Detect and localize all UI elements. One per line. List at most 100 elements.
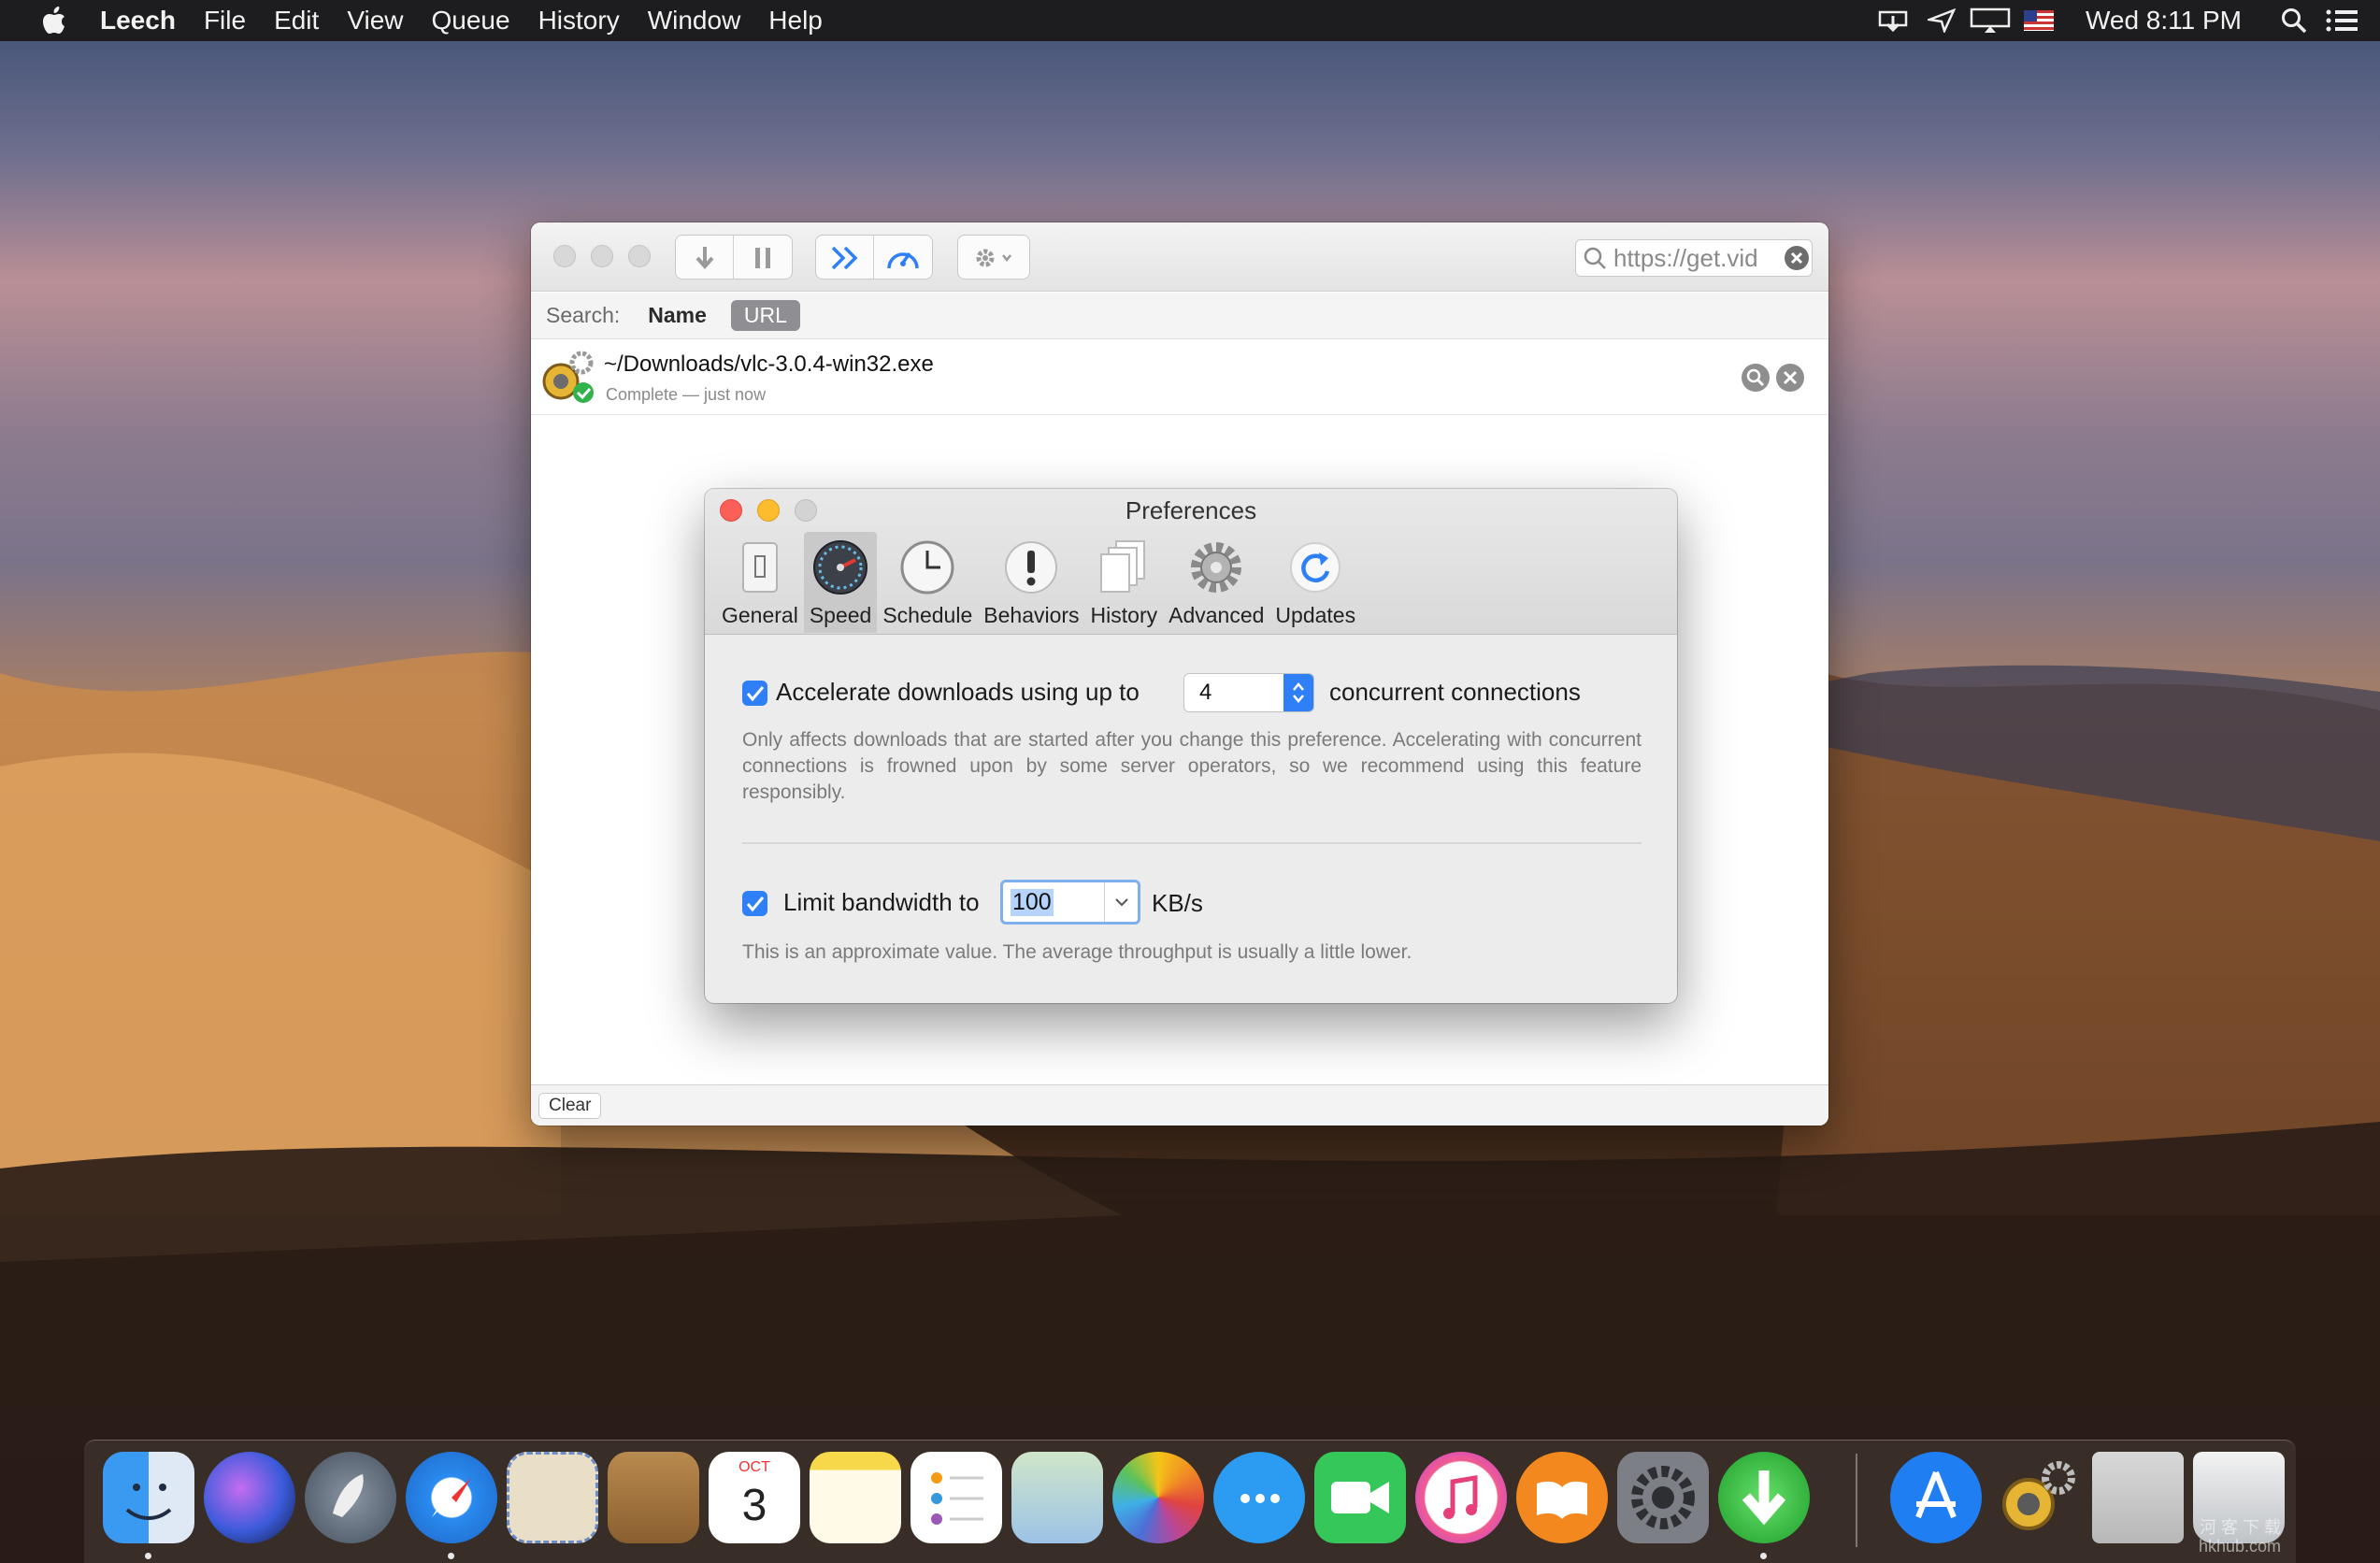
tab-advanced[interactable]: Advanced — [1163, 532, 1269, 633]
reminders-icon[interactable] — [910, 1452, 1002, 1543]
window-close-button[interactable] — [553, 245, 576, 267]
preferences-title: Preferences — [1125, 496, 1257, 524]
notes-icon[interactable] — [810, 1452, 901, 1543]
tab-history[interactable]: History — [1085, 532, 1164, 633]
leech-file-icon — [542, 351, 594, 403]
tab-updates[interactable]: Updates — [1269, 532, 1361, 633]
pause-button[interactable] — [734, 236, 792, 279]
menu-queue[interactable]: Queue — [418, 0, 524, 41]
clear-url-icon — [1785, 246, 1809, 270]
tab-schedule-label: Schedule — [882, 603, 973, 627]
documents-icon — [1100, 540, 1146, 593]
mail-stamp-icon[interactable] — [507, 1452, 598, 1543]
bandwidth-description: This is an approximate value. The averag… — [742, 941, 1412, 963]
url-input[interactable]: https://get.vid — [1575, 239, 1813, 277]
connections-value: 4 — [1199, 680, 1212, 705]
maps-icon[interactable] — [1011, 1452, 1103, 1543]
tab-schedule[interactable]: Schedule — [877, 532, 978, 633]
finder-running-dot — [145, 1553, 151, 1559]
remove-download-icon[interactable] — [1775, 363, 1805, 393]
photos-icon[interactable] — [1112, 1452, 1204, 1543]
airplay-display-icon[interactable] — [1966, 0, 2014, 41]
leech-status-icon[interactable] — [1869, 0, 1917, 41]
clear-button[interactable]: Clear — [538, 1093, 602, 1119]
tab-speed[interactable]: Speed — [803, 532, 878, 633]
watermark-line2: hkhub.com — [2198, 1537, 2281, 1556]
tab-speed-label: Speed — [809, 603, 872, 627]
tab-general[interactable]: General — [716, 532, 804, 633]
us-flag-input-icon[interactable] — [2014, 0, 2063, 41]
acceleration-group — [815, 235, 933, 280]
stepper-arrows-icon[interactable] — [1283, 674, 1313, 711]
accelerate-description: Only affects downloads that are started … — [742, 729, 1642, 803]
itunes-music-icon[interactable] — [1415, 1452, 1507, 1543]
search-scope-name[interactable]: Name — [648, 303, 707, 328]
tab-behaviors[interactable]: Behaviors — [978, 532, 1084, 633]
menu-history[interactable]: History — [524, 0, 634, 41]
spotlight-search-icon[interactable] — [2270, 0, 2318, 41]
download-arrow-icon — [695, 247, 713, 270]
start-download-button[interactable] — [676, 236, 734, 279]
reveal-in-finder-icon[interactable] — [1741, 363, 1771, 393]
facetime-icon[interactable] — [1314, 1452, 1406, 1543]
leech-running-dot — [1760, 1553, 1767, 1559]
leech-preferences-gear-icon[interactable] — [1991, 1452, 2083, 1543]
finder-icon[interactable] — [103, 1452, 194, 1543]
url-input-value: https://get.vid — [1613, 243, 1758, 272]
accelerate-button[interactable] — [816, 236, 874, 279]
tab-behaviors-label: Behaviors — [983, 603, 1080, 627]
pause-icon — [755, 248, 770, 268]
tab-history-label: History — [1090, 603, 1158, 627]
menu-window[interactable]: Window — [634, 0, 755, 41]
speedometer-icon — [813, 540, 868, 595]
watermark-line1: 河 客 下 载 — [2199, 1518, 2281, 1537]
menu-help[interactable]: Help — [754, 0, 837, 41]
connections-stepper[interactable]: 4 — [1183, 673, 1314, 712]
window-zoom-button[interactable] — [628, 245, 651, 267]
calendar-month: OCT — [738, 1459, 770, 1475]
window-minimize-button[interactable] — [591, 245, 613, 267]
exclamation-icon — [1005, 541, 1058, 594]
accelerate-checkbox[interactable] — [742, 681, 767, 706]
menu-app-name[interactable]: Leech — [86, 0, 190, 41]
accelerate-label: Accelerate downloads using up to — [776, 678, 1140, 706]
download-row[interactable]: ~/Downloads/vlc-3.0.4-win32.exe Complete… — [531, 340, 1828, 415]
calendar-icon[interactable]: OCT 3 — [709, 1452, 800, 1543]
settings-dropdown-group — [957, 235, 1030, 280]
menu-view[interactable]: View — [333, 0, 417, 41]
search-scope-bar: Search: Name URL — [531, 293, 1828, 339]
launchpad-rocket-icon[interactable] — [305, 1452, 396, 1543]
menu-file[interactable]: File — [190, 0, 260, 41]
section-divider — [742, 842, 1642, 844]
search-scope-label: Search: — [546, 303, 621, 327]
leech-download-arrow-icon[interactable] — [1718, 1452, 1810, 1543]
safari-running-dot — [448, 1553, 454, 1559]
bandwidth-combobox[interactable]: 100 — [1000, 880, 1140, 925]
limit-bandwidth-checkbox[interactable] — [742, 891, 767, 916]
search-scope-url[interactable]: URL — [730, 300, 800, 331]
menubar-clock[interactable]: Wed 8:11 PM — [2063, 6, 2270, 36]
screenshot-preview-icon[interactable] — [2092, 1452, 2184, 1543]
notification-center-icon[interactable] — [2318, 0, 2367, 41]
menu-edit[interactable]: Edit — [260, 0, 333, 41]
bandwidth-value: 100 — [1011, 889, 1054, 916]
refresh-icon — [1290, 542, 1341, 593]
contacts-icon[interactable] — [608, 1452, 699, 1543]
bandwidth-unit: KB/s — [1152, 889, 1203, 917]
location-icon[interactable] — [1917, 0, 1966, 41]
books-icon[interactable] — [1516, 1452, 1608, 1543]
speed-limit-button[interactable] — [874, 236, 932, 279]
chevron-down-icon[interactable] — [1104, 882, 1138, 922]
search-icon — [1584, 247, 1606, 269]
messages-icon[interactable] — [1213, 1452, 1305, 1543]
action-menu-button[interactable] — [958, 236, 1029, 279]
apple-menu-icon[interactable] — [36, 0, 73, 41]
siri-icon[interactable] — [204, 1452, 295, 1543]
app-store-icon[interactable] — [1890, 1452, 1982, 1543]
leech-bottom-bar: Clear — [531, 1084, 1828, 1126]
download-status: Complete — just now — [606, 385, 767, 404]
limit-bandwidth-label: Limit bandwidth to — [783, 888, 980, 916]
system-preferences-gear-icon[interactable] — [1617, 1452, 1709, 1543]
safari-compass-icon[interactable] — [406, 1452, 497, 1543]
gear-icon — [1191, 542, 1242, 593]
